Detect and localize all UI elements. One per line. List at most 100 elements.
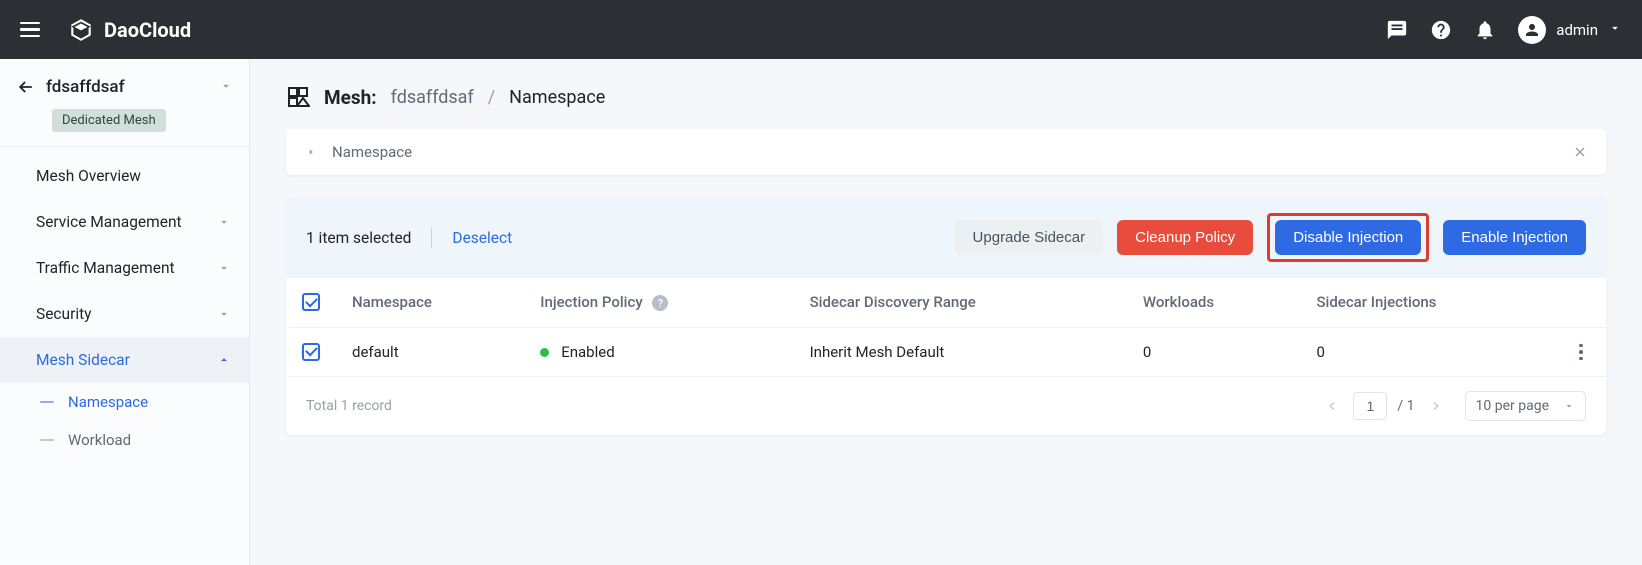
col-actions: [1556, 278, 1606, 327]
panel-title: Namespace: [332, 143, 412, 161]
breadcrumb-current: Namespace: [509, 87, 605, 108]
col-discovery-range: Sidecar Discovery Range: [794, 278, 1127, 327]
col-label: Injection Policy: [540, 293, 642, 311]
nav-mesh-sidecar[interactable]: Mesh Sidecar: [0, 337, 249, 383]
selection-toolbar: 1 item selected Deselect Upgrade Sidecar…: [286, 197, 1606, 278]
disable-injection-button[interactable]: Disable Injection: [1275, 220, 1421, 255]
chevron-down-icon[interactable]: [219, 78, 233, 97]
breadcrumb-mesh-link[interactable]: fdsaffdsaf: [391, 87, 474, 108]
nav-label: Traffic Management: [36, 259, 175, 277]
collapsible-panel: Namespace: [286, 129, 1606, 175]
page-input[interactable]: [1353, 392, 1387, 420]
prev-page-icon[interactable]: [1321, 395, 1343, 417]
user-menu[interactable]: admin: [1518, 16, 1622, 44]
user-name: admin: [1556, 21, 1598, 39]
cell-actions: [1556, 327, 1606, 377]
divider: [431, 228, 432, 248]
col-namespace: Namespace: [336, 278, 524, 327]
nav-label: Mesh Sidecar: [36, 351, 130, 369]
top-header: DaoCloud admin: [0, 0, 1642, 59]
chevron-down-icon: [217, 215, 231, 229]
nav-label: Mesh Overview: [36, 167, 141, 185]
dash-icon: [40, 439, 54, 441]
status-dot-icon: [540, 348, 549, 357]
nav-security[interactable]: Security: [0, 291, 249, 337]
row-select-cell: [286, 327, 336, 377]
row-actions-menu-icon[interactable]: [1572, 344, 1590, 361]
page-total: / 1: [1397, 398, 1414, 414]
table-footer: Total 1 record / 1 10 per page: [286, 377, 1606, 435]
upgrade-sidecar-button[interactable]: Upgrade Sidecar: [955, 220, 1104, 255]
chevron-down-icon: [1608, 20, 1622, 39]
chevron-down-icon: [217, 261, 231, 275]
col-workloads: Workloads: [1127, 278, 1301, 327]
row-checkbox[interactable]: [302, 343, 320, 361]
nav-mesh-overview[interactable]: Mesh Overview: [0, 153, 249, 199]
messages-icon[interactable]: [1386, 19, 1408, 41]
toolbar-right: Upgrade Sidecar Cleanup Policy Disable I…: [955, 213, 1586, 262]
close-icon[interactable]: [1572, 144, 1588, 160]
brand[interactable]: DaoCloud: [68, 17, 191, 43]
breadcrumb-separator: /: [488, 87, 495, 108]
nav-label: Service Management: [36, 213, 182, 231]
subnav-namespace[interactable]: Namespace: [0, 383, 249, 421]
header-left: DaoCloud: [20, 17, 191, 43]
next-page-icon[interactable]: [1425, 395, 1447, 417]
subnav-label: Namespace: [68, 393, 148, 411]
cell-namespace: default: [336, 327, 524, 377]
chevron-right-icon[interactable]: [304, 145, 318, 159]
panel-left: Namespace: [304, 143, 412, 161]
deselect-link[interactable]: Deselect: [452, 229, 512, 247]
selection-count: 1 item selected: [306, 229, 411, 247]
back-arrow-icon[interactable]: [16, 77, 36, 97]
dash-icon: [40, 401, 54, 403]
mesh-title-row: fdsaffdsaf: [0, 59, 249, 103]
total-records: Total 1 record: [306, 398, 392, 414]
notifications-icon[interactable]: [1474, 19, 1496, 41]
help-icon[interactable]: [1430, 19, 1452, 41]
mesh-type-badge: Dedicated Mesh: [52, 109, 166, 132]
namespace-table: Namespace Injection Policy ? Sidecar Dis…: [286, 278, 1606, 377]
sidebar: fdsaffdsaf Dedicated Mesh Mesh Overview …: [0, 59, 250, 565]
chevron-down-icon: [217, 307, 231, 321]
avatar-icon: [1518, 16, 1546, 44]
cleanup-policy-button[interactable]: Cleanup Policy: [1117, 220, 1253, 255]
nav-traffic-management[interactable]: Traffic Management: [0, 245, 249, 291]
help-tooltip-icon[interactable]: ?: [652, 295, 668, 311]
injection-policy-value: Enabled: [561, 343, 614, 361]
brand-logo-icon: [68, 17, 94, 43]
table-container: 1 item selected Deselect Upgrade Sidecar…: [286, 197, 1606, 435]
main-content: Mesh: fdsaffdsaf / Namespace Namespace 1…: [250, 59, 1642, 565]
chevron-up-icon: [217, 353, 231, 367]
layout: fdsaffdsaf Dedicated Mesh Mesh Overview …: [0, 59, 1642, 565]
brand-name: DaoCloud: [104, 18, 191, 42]
subnav-label: Workload: [68, 431, 131, 449]
cell-sidecar-injections: 0: [1300, 327, 1556, 377]
nav-label: Security: [36, 305, 92, 323]
menu-icon[interactable]: [20, 22, 40, 38]
header-right: admin: [1386, 16, 1622, 44]
cell-discovery-range: Inherit Mesh Default: [794, 327, 1127, 377]
breadcrumb-root-label: Mesh:: [324, 86, 377, 109]
table-row: default Enabled Inherit Mesh Default 0 0: [286, 327, 1606, 377]
mesh-title[interactable]: fdsaffdsaf: [46, 77, 209, 97]
chevron-down-icon: [1563, 400, 1575, 412]
col-sidecar-injections: Sidecar Injections: [1300, 278, 1556, 327]
enable-injection-button[interactable]: Enable Injection: [1443, 220, 1586, 255]
toolbar-left: 1 item selected Deselect: [306, 228, 512, 248]
breadcrumb: Mesh: fdsaffdsaf / Namespace: [286, 59, 1606, 129]
table-header-row: Namespace Injection Policy ? Sidecar Dis…: [286, 278, 1606, 327]
subnav-workload[interactable]: Workload: [0, 421, 249, 459]
select-all-header: [286, 278, 336, 327]
footer-right: / 1 10 per page: [1321, 391, 1586, 421]
cell-injection-policy: Enabled: [524, 327, 793, 377]
mesh-icon: [286, 85, 310, 109]
cell-workloads: 0: [1127, 327, 1301, 377]
col-injection-policy: Injection Policy ?: [524, 278, 793, 327]
page-size-label: 10 per page: [1476, 398, 1549, 414]
highlight-annotation: Disable Injection: [1267, 213, 1429, 262]
nav-service-management[interactable]: Service Management: [0, 199, 249, 245]
page-size-select[interactable]: 10 per page: [1465, 391, 1586, 421]
select-all-checkbox[interactable]: [302, 293, 320, 311]
pager: / 1: [1321, 392, 1446, 420]
